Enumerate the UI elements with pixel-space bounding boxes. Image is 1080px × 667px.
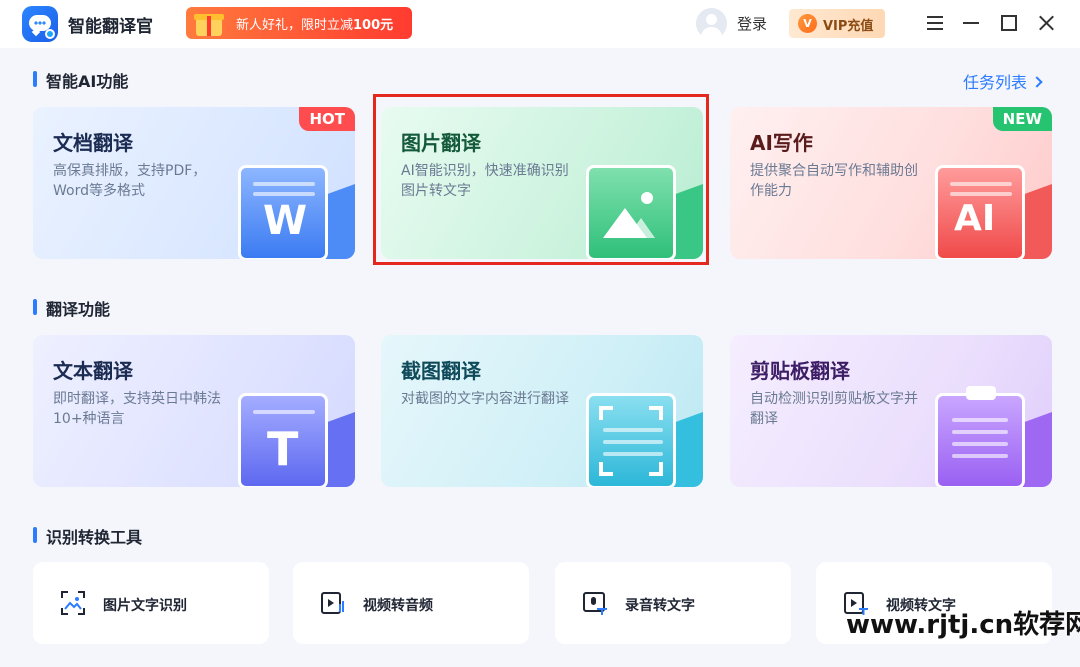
new-badge: NEW (992, 107, 1052, 131)
card-text-translate[interactable]: 文本翻译 即时翻译，支持英日中韩法10+种语言 T (33, 335, 355, 487)
image-scan-icon (61, 591, 85, 615)
chevron-right-icon (1031, 76, 1043, 88)
section-title-ai: 智能AI功能 (33, 68, 128, 92)
login-button[interactable]: 登录 (737, 13, 767, 34)
card-desc: 即时翻译，支持英日中韩法10+种语言 (53, 391, 221, 427)
card-clipboard-translate[interactable]: 剪贴板翻译 自动检测识别剪贴板文字并翻译 (730, 335, 1052, 487)
card-title: 文档翻译 (53, 131, 133, 155)
tool-label: 录音转文字 (625, 598, 695, 614)
card-image-translate[interactable]: 图片翻译 AI智能识别，快速准确识别图片转文字 (381, 107, 703, 259)
gift-icon (192, 10, 226, 36)
vip-label: VIP充值 (823, 19, 874, 34)
minimize-icon[interactable] (960, 12, 982, 34)
vip-icon: V (798, 14, 817, 33)
image-icon (586, 165, 676, 259)
section-title-tools: 识别转换工具 (33, 524, 142, 548)
card-title: 截图翻译 (401, 359, 481, 383)
card-desc: 提供聚合自动写作和辅助创作能力 (750, 163, 918, 199)
app-logo-icon (22, 6, 58, 42)
card-desc: 自动检测识别剪贴板文字并翻译 (750, 391, 918, 427)
avatar[interactable] (696, 8, 727, 39)
ai-doc-icon: AI (935, 165, 1025, 259)
tool-image-ocr[interactable]: 图片文字识别 (33, 562, 269, 644)
tool-record-to-text[interactable]: 录音转文字 (555, 562, 791, 644)
promo-text: 新人好礼，限时立减100元 (236, 18, 394, 33)
card-desc: 对截图的文字内容进行翻译 (401, 391, 569, 407)
tool-label: 图片文字识别 (103, 598, 187, 614)
section-title-translate: 翻译功能 (33, 296, 110, 320)
video-audio-icon (321, 592, 344, 614)
card-document-translate[interactable]: 文档翻译 高保真排版，支持PDF，Word等多格式 W HOT (33, 107, 355, 259)
tool-label: 视频转音频 (363, 598, 433, 614)
card-desc: 高保真排版，支持PDF，Word等多格式 (53, 163, 207, 199)
watermark: www.rjtj.cn软荐网 (846, 610, 1080, 640)
promo-banner[interactable]: 新人好礼，限时立减100元 (186, 7, 412, 39)
card-title: 图片翻译 (401, 131, 481, 155)
card-title: AI写作 (750, 131, 813, 155)
card-screenshot-translate[interactable]: 截图翻译 对截图的文字内容进行翻译 (381, 335, 703, 487)
vip-recharge-button[interactable]: V VIP充值 (789, 9, 885, 38)
card-title: 剪贴板翻译 (750, 359, 850, 383)
card-ai-writing[interactable]: AI写作 提供聚合自动写作和辅助创作能力 AI NEW (730, 107, 1052, 259)
app-name: 智能翻译官 (68, 17, 153, 37)
card-desc: AI智能识别，快速准确识别图片转文字 (401, 163, 569, 199)
tool-video-to-audio[interactable]: 视频转音频 (293, 562, 529, 644)
menu-icon[interactable] (924, 12, 946, 34)
maximize-icon[interactable] (998, 12, 1020, 34)
hot-badge: HOT (299, 107, 355, 131)
task-list-link[interactable]: 任务列表 (963, 69, 1043, 93)
text-doc-icon: T (238, 393, 328, 487)
close-icon[interactable] (1035, 12, 1057, 34)
word-doc-icon: W (238, 165, 328, 259)
title-bar: 智能翻译官 新人好礼，限时立减100元 登录 V VIP充值 (0, 0, 1080, 48)
clipboard-icon (935, 386, 1025, 487)
card-title: 文本翻译 (53, 359, 133, 383)
screenshot-icon (586, 393, 676, 487)
record-text-icon (583, 592, 607, 615)
